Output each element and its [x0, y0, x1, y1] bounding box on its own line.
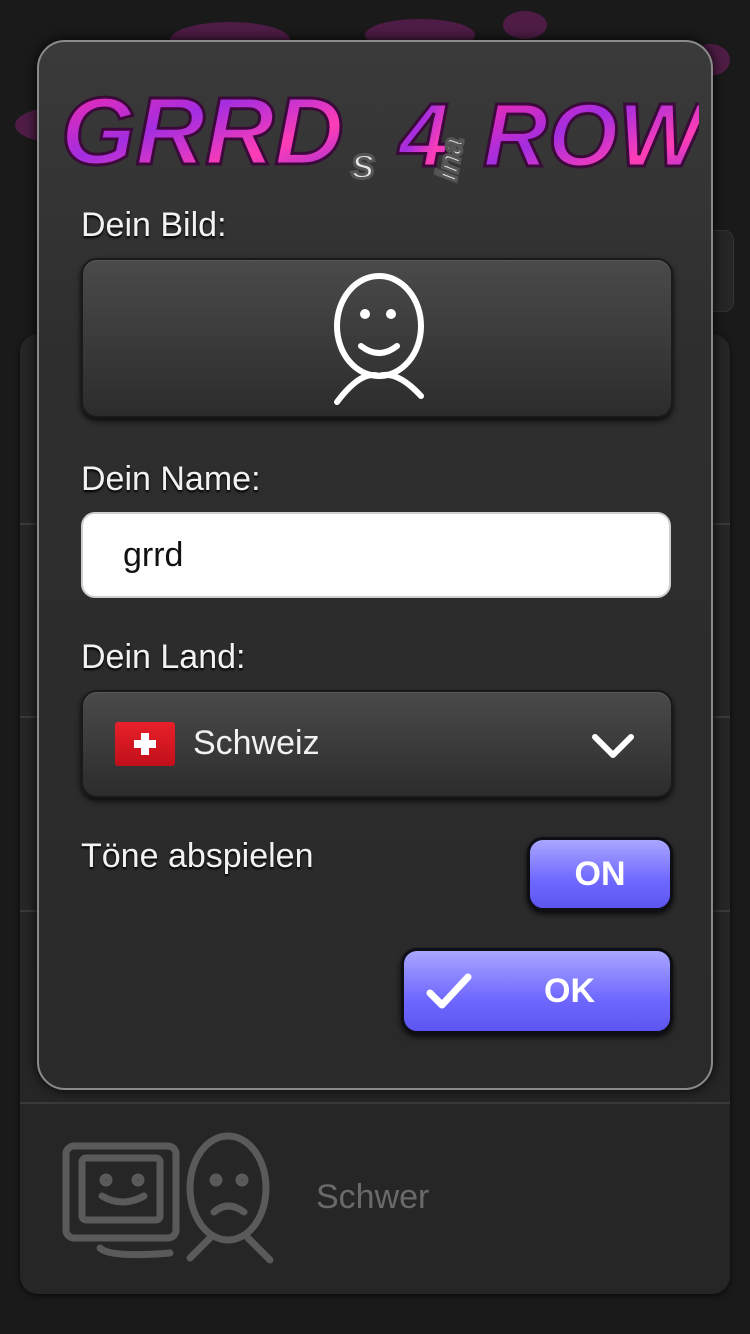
picture-label: Dein Bild: — [81, 206, 227, 244]
country-value: Schweiz — [193, 724, 320, 762]
ok-button[interactable]: OK — [401, 948, 673, 1034]
svg-text:GRRD: GRRD — [61, 78, 344, 185]
settings-dialog: GRRD s 4 ina ROW Dein Bild: Dein Name: D… — [37, 40, 713, 1090]
checkmark-icon — [426, 973, 472, 1009]
country-select[interactable]: Schweiz — [81, 690, 673, 798]
country-label: Dein Land: — [81, 638, 246, 676]
svg-text:ina: ina — [430, 135, 470, 183]
difficulty-label-hard: Schwer — [316, 1178, 430, 1216]
sound-label: Töne abspielen — [81, 837, 314, 875]
svg-text:s: s — [351, 139, 375, 188]
computer-sad-face-icon — [62, 1132, 274, 1264]
app-logo: GRRD s 4 ina ROW — [60, 77, 700, 190]
sound-toggle-button[interactable]: ON — [527, 837, 673, 911]
ok-button-label: OK — [544, 972, 595, 1010]
chevron-down-icon — [592, 734, 634, 758]
avatar-picker-button[interactable] — [81, 258, 673, 418]
svg-text:ROW: ROW — [483, 86, 699, 186]
name-input[interactable] — [81, 512, 671, 598]
name-label: Dein Name: — [81, 460, 261, 498]
swiss-flag-icon — [115, 722, 175, 766]
smiley-avatar-icon — [334, 273, 424, 405]
